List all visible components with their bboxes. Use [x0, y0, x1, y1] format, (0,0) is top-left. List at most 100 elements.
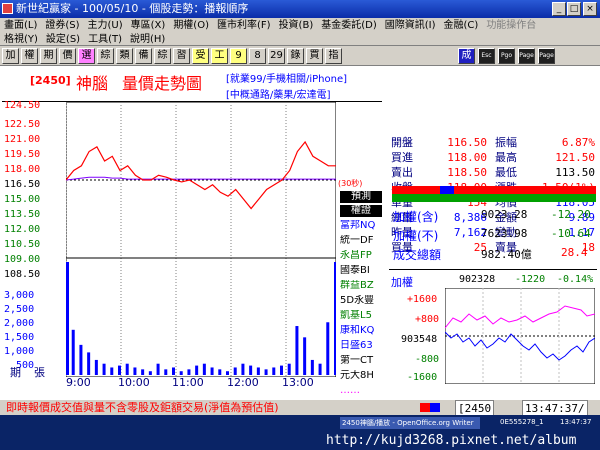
menu-item-options[interactable]: 期權(O)	[169, 18, 213, 33]
tags-line-2: [中概通路/藥果/宏達電]	[226, 90, 331, 101]
watermark-url: http://kujd3268.pixnet.net/album	[326, 433, 577, 448]
status-bar: 即時報價成交值與量不含零股及鉅額交易(淨值為預估值) [2450 13:47:3…	[0, 400, 600, 417]
taskbar-item[interactable]: 2450神腦/播放 - OpenOffice.org Writer	[340, 417, 480, 429]
toolbar-button-18[interactable]: 指	[325, 48, 342, 64]
warrant-item[interactable]: 5D永豐	[340, 295, 382, 307]
volume-bar	[241, 363, 245, 375]
menu-item-settings[interactable]: 設定(S)	[42, 33, 84, 46]
warrant-item[interactable]: 凱基L5	[340, 310, 382, 322]
toolbar-button-4[interactable]: 價	[59, 48, 76, 64]
tags-line-1: [就業99/手機相關/iPhone]	[226, 74, 348, 85]
toolbar-button-5[interactable]: 選	[78, 48, 95, 64]
toolbar-button-16[interactable]: 錄	[287, 48, 304, 64]
volume-bar	[195, 365, 199, 375]
volume-tick: 1,500	[4, 332, 35, 343]
time-tick: 11:00	[172, 376, 204, 389]
menu-item-fund[interactable]: 基金委託(D)	[317, 18, 381, 33]
toolbar-button-12[interactable]: 工	[211, 48, 228, 64]
mini-index-plot	[445, 288, 595, 384]
toolbar-button-7[interactable]: 類	[116, 48, 133, 64]
quote-value: 121.50	[555, 151, 595, 164]
volume-bar	[102, 363, 106, 375]
toolbar-button-11[interactable]: 受	[192, 48, 209, 64]
warrant-item[interactable]: 群益BZ	[340, 280, 382, 292]
menu-item-zone[interactable]: 專區(X)	[127, 18, 170, 33]
index-value: 7623.98	[481, 227, 528, 240]
volume-bar	[287, 363, 291, 375]
volume-bar	[87, 352, 91, 375]
time-tick: 13:00	[282, 376, 314, 389]
warrant-item[interactable]: 統一DF	[340, 235, 382, 247]
menu-item-finance[interactable]: 金融(C)	[440, 18, 483, 33]
toolbar-button-9[interactable]: 綜	[154, 48, 171, 64]
menu-item-main-force[interactable]: 主力(U)	[84, 18, 127, 33]
quote-label: 賣出	[391, 166, 413, 179]
volume-bar	[303, 337, 307, 375]
menu-item-function[interactable]: 功能操作台	[482, 18, 540, 33]
price-axis: 124.50 122.50 121.00 119.50 118.00 116.5…	[0, 100, 41, 374]
toolbar-button-6[interactable]: 綜	[97, 48, 114, 64]
toolbar-button-1[interactable]: 加	[2, 48, 19, 64]
menu-item-tools[interactable]: 工具(T)	[84, 33, 126, 46]
toolbar-button-13[interactable]: 9	[230, 48, 247, 64]
time-tick: 12:00	[227, 376, 259, 389]
index-value: 982.40億	[481, 248, 532, 261]
volume-bar	[272, 367, 276, 375]
index-label: 加權(含)	[393, 210, 439, 224]
volume-bar	[79, 344, 83, 375]
maximize-button[interactable]: □	[567, 2, 581, 16]
menu-item-securities[interactable]: 證券(S)	[41, 18, 83, 33]
forecast-header[interactable]: 預測	[340, 191, 382, 203]
warrant-item[interactable]: 永昌FP	[340, 250, 382, 262]
toolbar-button-15[interactable]: 29	[268, 48, 285, 64]
toolbar-button-10[interactable]: 習	[173, 48, 190, 64]
price-tick: 115.00	[4, 194, 41, 205]
pgo-button[interactable]: Pgo	[498, 48, 515, 64]
esc-button[interactable]: Esc	[478, 48, 495, 64]
menu-item-intl[interactable]: 國際資訊(I)	[381, 18, 440, 33]
toolbar-button-8[interactable]: 備	[135, 48, 152, 64]
volume-bar	[110, 367, 114, 375]
quote-label: 最低	[495, 166, 517, 179]
warrant-item[interactable]: 康和KQ	[340, 325, 382, 337]
toolbar-button-19[interactable]: 成	[458, 48, 475, 64]
warrant-item[interactable]: 元大8H	[340, 370, 382, 382]
menu-item-screen[interactable]: 畫面(L)	[0, 18, 41, 33]
taskbar: 2450神腦/播放 - OpenOffice.org Writer 0E5552…	[0, 415, 600, 450]
warrant-item[interactable]: 第一CT	[340, 355, 382, 367]
minimize-button[interactable]: _	[552, 2, 566, 16]
warrant-header[interactable]: 權證	[340, 205, 382, 217]
toolbar-button-14[interactable]: 8	[249, 48, 266, 64]
warrant-item[interactable]: 日盛63	[340, 340, 382, 352]
close-button[interactable]: ×	[583, 2, 597, 16]
menu-item-forex[interactable]: 匯市利率(F)	[213, 18, 275, 33]
index-change: -12.20	[551, 208, 591, 221]
page-up-button[interactable]: Page Up	[518, 48, 535, 64]
time-tick: 9:00	[66, 376, 91, 389]
bid-ask-bar-2	[392, 194, 596, 202]
toolbar-button-3[interactable]: 期	[40, 48, 57, 64]
menu-item-invest[interactable]: 投資(B)	[275, 18, 318, 33]
time-axis: 9:00 10:00 11:00 12:00 13:00	[66, 376, 336, 389]
volume-bar	[310, 359, 314, 375]
status-code: 2450	[464, 402, 492, 415]
warrant-item[interactable]: ……	[340, 385, 382, 397]
menu-item-view[interactable]: 格視(Y)	[0, 33, 42, 46]
stock-name: 神腦	[76, 74, 109, 93]
menu-item-help[interactable]: 說明(H)	[126, 33, 169, 46]
mini-index-chart: 加權 902328 -1220 -0.14% +1600 +800 903548…	[389, 269, 597, 385]
volume-bar	[187, 369, 191, 375]
toolbar-button-17[interactable]: 買	[306, 48, 323, 64]
page-down-button[interactable]: Page Down	[538, 48, 555, 64]
warrant-item[interactable]: 富邦NQ	[340, 220, 382, 232]
toolbar-button-2[interactable]: 權	[21, 48, 38, 64]
volume-bar	[256, 367, 260, 375]
volume-bar	[249, 365, 253, 375]
index-change: -10.64	[551, 227, 591, 240]
stock-code-box: [2450]	[30, 74, 71, 87]
warrant-item[interactable]: 國泰BI	[340, 265, 382, 277]
mini-axis-tick: 903548	[401, 334, 438, 345]
volume-tick: 3,000	[4, 290, 35, 301]
quote-label: 最高	[495, 151, 517, 164]
status-indicator-blue	[430, 403, 440, 412]
